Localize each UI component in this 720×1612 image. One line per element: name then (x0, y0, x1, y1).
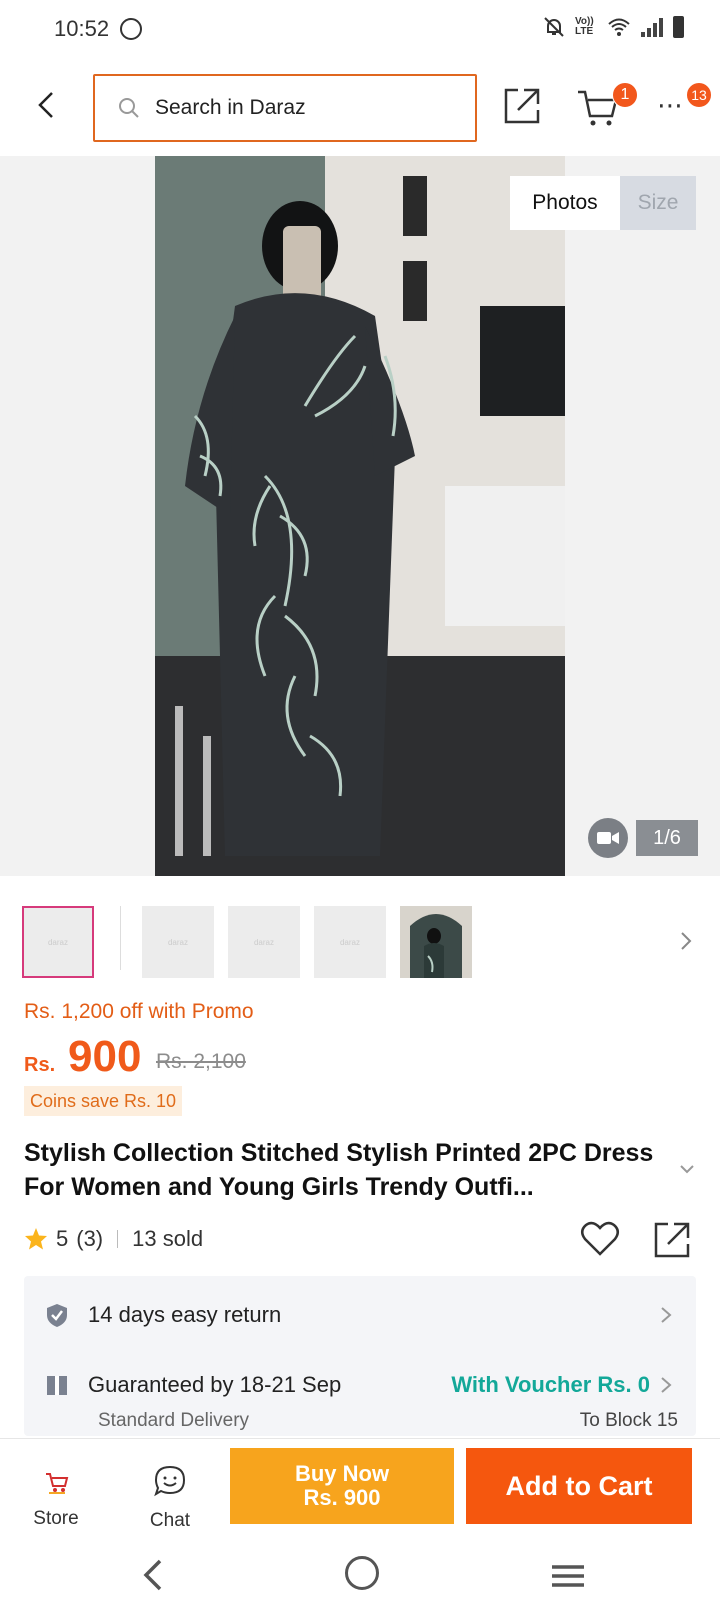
share-icon[interactable] (652, 1220, 692, 1260)
mute-bell-icon (544, 17, 564, 37)
chat-button[interactable]: Chat (138, 1464, 202, 1532)
image-counter: 1/6 (636, 820, 698, 856)
product-title: Stylish Collection Stitched Stylish Prin… (24, 1139, 654, 1201)
package-icon (47, 1376, 67, 1395)
store-label: Store (33, 1508, 79, 1529)
promo-text: Rs. 1,200 off with Promo (24, 1000, 254, 1023)
store-button[interactable]: Store (24, 1466, 88, 1530)
currency-label: Rs. (24, 1054, 56, 1076)
rating-divider (117, 1230, 119, 1248)
price-amount: 900 (68, 1032, 142, 1081)
status-icons: Vo)) LTE (543, 16, 684, 38)
guarantee-text: Guaranteed by 18-21 Sep (88, 1372, 342, 1397)
more-options-icon[interactable]: ⋯ (657, 90, 685, 121)
video-icon[interactable] (588, 818, 628, 858)
search-placeholder: Search in Daraz (155, 96, 306, 119)
store-logo-icon (46, 1473, 69, 1494)
tab-photos[interactable]: Photos (510, 176, 620, 230)
network-type-label: Vo)) LTE (575, 16, 594, 37)
gallery-tabs: Photos Size (510, 176, 696, 230)
star-icon (25, 1228, 47, 1250)
chevron-right-icon (661, 1307, 672, 1323)
chat-bubble-icon (154, 1465, 186, 1497)
nav-back-icon[interactable] (140, 1558, 164, 1592)
delivery-type: Standard Delivery (98, 1410, 250, 1431)
chevron-down-icon[interactable] (678, 1162, 696, 1176)
coins-badge: Coins save Rs. 10 (24, 1086, 183, 1116)
delivery-destination: To Block 15 (579, 1410, 678, 1431)
rating-row[interactable]: 5 (3) 13 sold (24, 1226, 203, 1252)
heart-icon[interactable] (580, 1220, 620, 1258)
dress-illustration (155, 156, 565, 876)
status-bar: 10:52 Vo)) LTE (0, 0, 720, 60)
return-text: 14 days easy return (88, 1302, 282, 1327)
delivery-row[interactable]: Guaranteed by 18-21 Sep With Voucher Rs.… (24, 1360, 696, 1410)
search-icon (119, 98, 139, 118)
nav-home-icon[interactable] (345, 1556, 379, 1590)
nav-recents-icon[interactable] (552, 1564, 584, 1588)
product-gallery[interactable]: Photos Size 1/6 (0, 156, 720, 876)
thumbnail[interactable]: daraz (22, 906, 94, 978)
search-input[interactable]: Search in Daraz (93, 74, 477, 142)
sold-count: 13 sold (132, 1226, 204, 1251)
cart-badge: 1 (612, 82, 638, 108)
battery-icon (673, 16, 684, 38)
thumbnail-photo[interactable] (400, 906, 472, 978)
rating-value: 5 (56, 1226, 69, 1251)
chevron-right-icon[interactable] (678, 930, 694, 952)
status-time: 10:52 (54, 16, 110, 41)
wifi-icon (608, 18, 630, 36)
share-icon[interactable] (502, 86, 542, 126)
thumbnail[interactable]: daraz (314, 906, 386, 978)
buy-now-price: Rs. 900 (303, 1485, 381, 1510)
signal-icon (641, 17, 663, 37)
thumbnail[interactable]: daraz (142, 906, 214, 978)
voucher-text: With Voucher Rs. 0 (451, 1372, 650, 1397)
review-count: (3) (76, 1226, 104, 1251)
back-arrow-icon[interactable] (32, 90, 62, 120)
buy-now-label: Buy Now (294, 1461, 390, 1486)
tab-size[interactable]: Size (620, 176, 696, 230)
whatsapp-icon (120, 18, 142, 40)
thumbnail[interactable]: daraz (228, 906, 300, 978)
chevron-right-icon (661, 1377, 672, 1393)
return-policy-row[interactable]: 14 days easy return (24, 1290, 696, 1340)
add-to-cart-button[interactable]: Add to Cart (466, 1448, 692, 1524)
chat-label: Chat (149, 1510, 191, 1531)
more-badge: 13 (686, 82, 712, 108)
buy-now-button[interactable]: Buy Now Rs. 900 (230, 1448, 454, 1524)
original-price: Rs. 2,100 (156, 1050, 246, 1073)
thumbnail-divider (120, 906, 121, 970)
product-photo[interactable] (155, 156, 565, 876)
shield-check-icon (47, 1304, 67, 1327)
